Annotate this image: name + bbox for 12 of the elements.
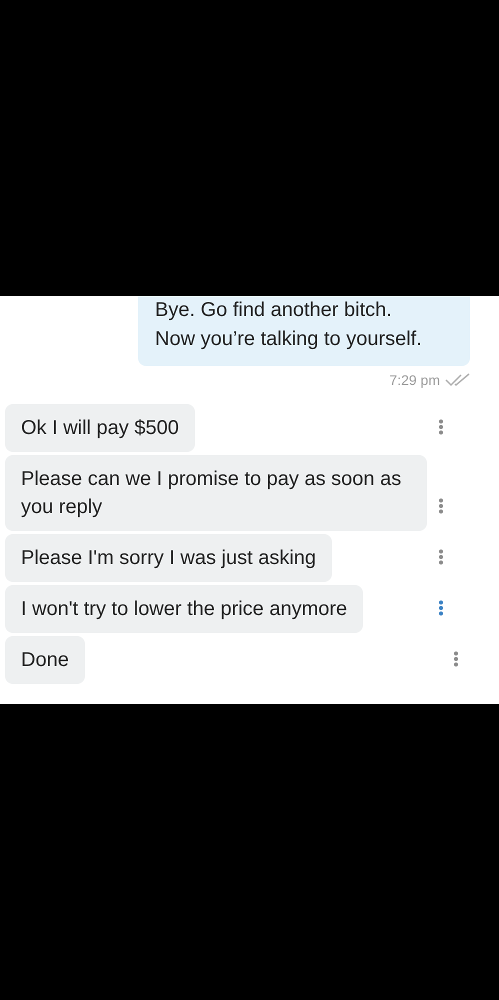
more-options-icon[interactable] — [438, 600, 444, 616]
message-bubble: Please I'm sorry I was just asking — [5, 534, 332, 582]
more-options-icon[interactable] — [438, 498, 444, 514]
more-options-icon[interactable] — [453, 651, 459, 667]
message-bubble: Done — [5, 636, 85, 684]
message-bubble: Bye. Go find another bitch. Now you’re talking to yourself. — [138, 296, 470, 366]
timestamp: 7:29 pm — [389, 370, 440, 390]
message-bubble: Ok I will pay $500 — [5, 404, 195, 452]
more-options-icon[interactable] — [438, 549, 444, 565]
message-bubble: Please can we I promise to pay as soon as you reply — [5, 455, 427, 531]
more-options-icon[interactable] — [438, 419, 444, 435]
message-bubble: I won't try to lower the price anymore — [5, 585, 364, 633]
